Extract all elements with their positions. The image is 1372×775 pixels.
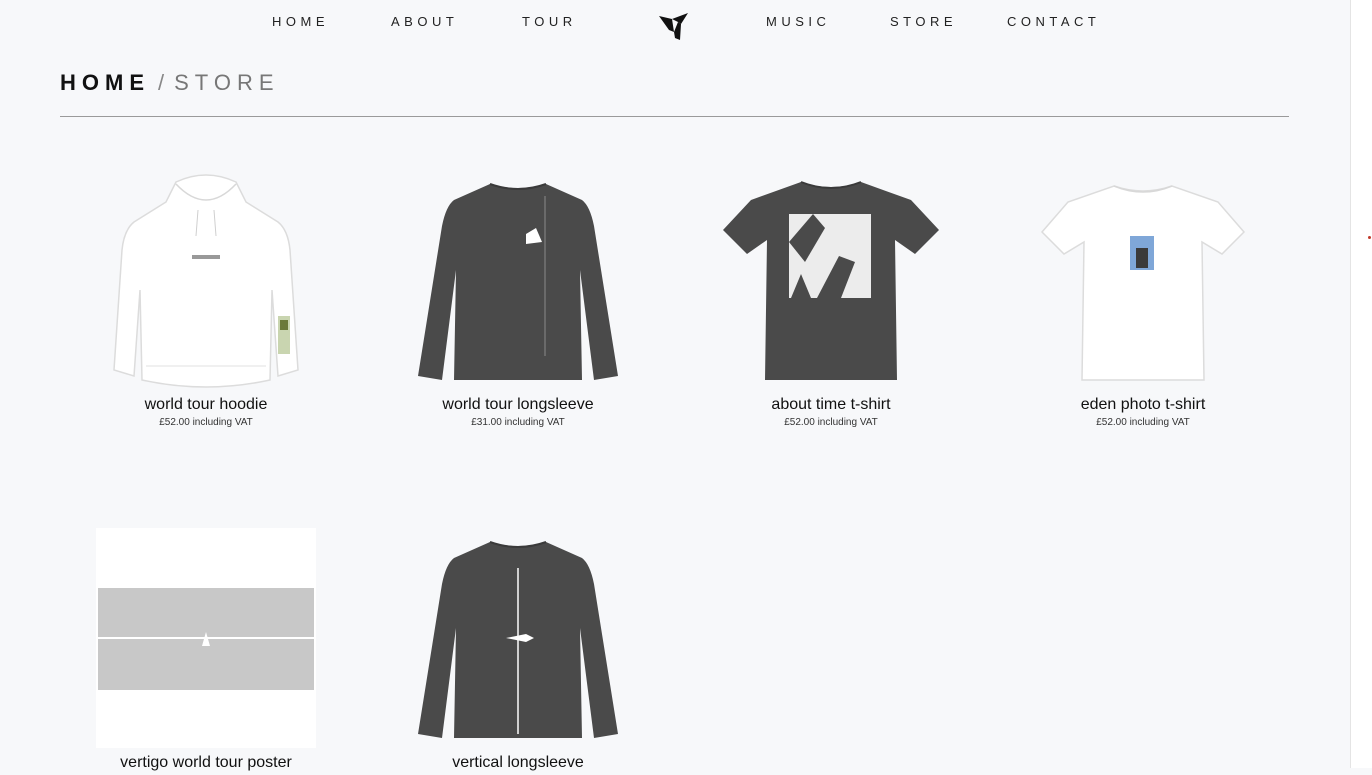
longsleeve-image[interactable]: [398, 170, 638, 390]
longsleeve-image[interactable]: [398, 528, 638, 748]
breadcrumb-current: STORE: [174, 70, 280, 95]
product-price: £52.00 including VAT: [784, 417, 878, 428]
product-card[interactable]: world tour hoodie £52.00 including VAT: [86, 170, 326, 428]
nav-tour[interactable]: TOUR: [522, 14, 577, 29]
product-price: £31.00 including VAT: [471, 417, 565, 428]
tshirt-image[interactable]: [1023, 170, 1263, 390]
nav-about[interactable]: ABOUT: [391, 14, 458, 29]
product-price: £52.00 including VAT: [159, 417, 253, 428]
nav-contact[interactable]: CONTACT: [1007, 14, 1100, 29]
breadcrumb: HOME / STORE: [60, 70, 280, 96]
product-name[interactable]: world tour hoodie: [86, 396, 326, 414]
product-name[interactable]: vertigo world tour poster: [86, 754, 326, 772]
nav-music[interactable]: MUSIC: [766, 14, 830, 29]
top-nav: HOME ABOUT TOUR MUSIC STORE CONTACT: [0, 0, 1350, 46]
poster-image[interactable]: [86, 528, 326, 748]
product-card[interactable]: vertical longsleeve: [398, 528, 638, 775]
brand-logo-icon[interactable]: [657, 10, 691, 42]
product-card[interactable]: eden photo t-shirt £52.00 including VAT: [1023, 170, 1263, 428]
breadcrumb-home[interactable]: HOME: [60, 70, 150, 95]
nav-home[interactable]: HOME: [272, 14, 329, 29]
divider: [60, 116, 1289, 117]
product-name[interactable]: vertical longsleeve: [398, 754, 638, 772]
tshirt-image[interactable]: [711, 170, 951, 390]
breadcrumb-separator: /: [158, 70, 171, 95]
scrollbar[interactable]: [1350, 0, 1372, 768]
product-name[interactable]: about time t-shirt: [711, 396, 951, 414]
product-name[interactable]: eden photo t-shirt: [1023, 396, 1263, 414]
nav-store[interactable]: STORE: [890, 14, 957, 29]
red-dot: [1368, 236, 1371, 239]
product-name[interactable]: world tour longsleeve: [398, 396, 638, 414]
product-price: £52.00 including VAT: [1096, 417, 1190, 428]
product-card[interactable]: about time t-shirt £52.00 including VAT: [711, 170, 951, 428]
hoodie-image[interactable]: [86, 170, 326, 390]
product-card[interactable]: world tour longsleeve £31.00 including V…: [398, 170, 638, 428]
product-card[interactable]: vertigo world tour poster: [86, 528, 326, 775]
